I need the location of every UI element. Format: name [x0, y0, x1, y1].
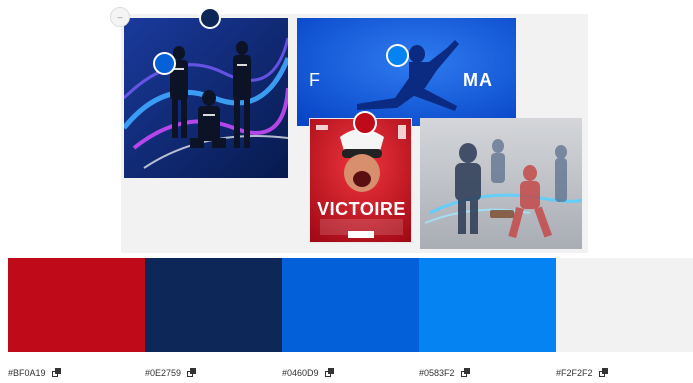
- hex-label: #BF0A19: [8, 368, 46, 378]
- swatch-bf0a19[interactable]: [8, 258, 145, 352]
- copy-icon[interactable]: [324, 368, 335, 378]
- swatch-label-item: #F2F2F2: [556, 365, 693, 381]
- color-picker-light-blue[interactable]: [386, 44, 409, 67]
- athletes-motion-image: [420, 118, 582, 249]
- victoire-headline: VICTOIRE: [317, 199, 406, 219]
- hex-label: #0460D9: [282, 368, 319, 378]
- swatch-0e2759[interactable]: [145, 258, 282, 352]
- swatch-label-item: #BF0A19: [8, 365, 145, 381]
- players-light-trails-image: [124, 18, 288, 178]
- color-picker-navy[interactable]: [199, 7, 221, 29]
- swatch-f2f2f2[interactable]: [556, 258, 693, 352]
- fama-brand-image: F MA: [297, 18, 516, 126]
- hex-label: #0E2759: [145, 368, 182, 378]
- copy-icon[interactable]: [51, 368, 62, 378]
- swatch-label-item: #0E2759: [145, 365, 282, 381]
- swatch-label-item: #0460D9: [282, 365, 419, 381]
- fama-logo-right: MA: [463, 70, 493, 90]
- hex-label: #0583F2: [419, 368, 455, 378]
- swatch-0460d9[interactable]: [282, 258, 419, 352]
- fama-logo-left: F: [309, 70, 321, 90]
- victoire-poster-image: VICTOIRE: [309, 118, 412, 243]
- hex-label: #F2F2F2: [556, 368, 593, 378]
- copy-icon[interactable]: [187, 368, 197, 378]
- minus-icon: –: [117, 11, 123, 22]
- palette-labels: #BF0A19 #0E2759 #0460D9 #0583F2 #F2F2F2: [8, 365, 693, 381]
- swatch-label-item: #0583F2: [419, 365, 556, 381]
- copy-icon[interactable]: [598, 368, 609, 378]
- color-picker-blue[interactable]: [153, 52, 176, 75]
- color-picker-red[interactable]: [353, 111, 377, 135]
- swatch-0583f2[interactable]: [419, 258, 556, 352]
- collapse-button[interactable]: –: [110, 7, 130, 27]
- copy-icon[interactable]: [460, 368, 471, 378]
- palette-swatches: [8, 258, 693, 352]
